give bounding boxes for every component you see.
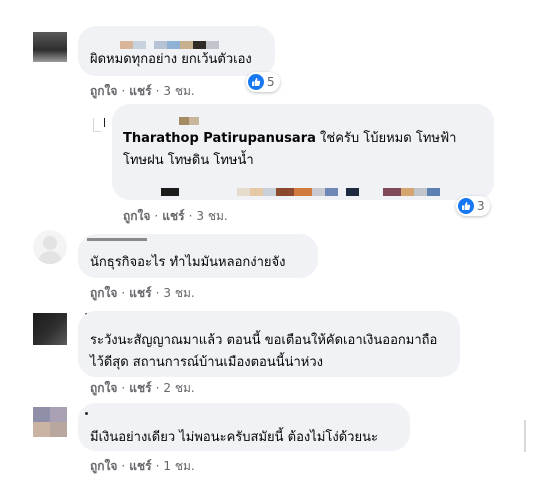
comment-text: ไว้ดีสุด สถานการณ์บ้านเมืองตอนนี้น่าห่วง xyxy=(90,355,324,370)
reaction-count[interactable]: 5 xyxy=(246,72,280,92)
like-icon xyxy=(248,74,264,90)
like-icon xyxy=(458,198,474,214)
comment-text: นักธุรกิจอะไร ทำไมมันหลอกง่ายจัง xyxy=(90,255,286,270)
share-button[interactable]: แชร์ xyxy=(129,284,151,303)
comment-text: ผิดหมดทุกอย่าง ยกเว้นตัวเอง xyxy=(90,52,252,67)
edge-mark xyxy=(524,420,526,452)
share-button[interactable]: แชร์ xyxy=(129,457,151,476)
comment-text: โทษฝน โทษดิน โทษน้ำ xyxy=(123,153,254,168)
comment-time[interactable]: 3 ชม. xyxy=(163,82,194,101)
redacted-name xyxy=(85,412,88,415)
redacted-avatar xyxy=(179,117,199,125)
comment-time[interactable]: 1 ชม. xyxy=(163,457,194,476)
comment-actions: ถูกใจ · แชร์ · 2 ชม. xyxy=(90,379,195,398)
separator-dot: · xyxy=(121,381,126,395)
comment-text: ระวังนะสัญญาณมาแล้ว ตอนนี้ ขอเตือนให้คัด… xyxy=(90,333,438,348)
like-button[interactable]: ถูกใจ xyxy=(123,207,150,226)
like-button[interactable]: ถูกใจ xyxy=(90,82,117,101)
reaction-count[interactable]: 3 xyxy=(456,196,490,216)
reply-thread-line xyxy=(93,131,101,132)
comment-text: ใช่ครับ โบ้ยหมด โทษฟ้า xyxy=(320,131,457,146)
share-button[interactable]: แชร์ xyxy=(129,82,151,101)
comment-text: มีเงินอย่างเดียว ไม่พอนะครับสมัยนี้ ต้อง… xyxy=(90,430,378,445)
reaction-count-label: 3 xyxy=(477,199,485,213)
comment-actions: ถูกใจ · แชร์ · 3 ชม. xyxy=(123,207,228,226)
share-button[interactable]: แชร์ xyxy=(162,207,184,226)
like-button[interactable]: ถูกใจ xyxy=(90,284,117,303)
separator-dot: · xyxy=(154,209,159,223)
comment-time[interactable]: 3 ชม. xyxy=(196,207,227,226)
avatar[interactable] xyxy=(33,313,67,345)
comment-text-line: Tharathop Patirupanusara ใช่ครับ โบ้ยหมด… xyxy=(123,129,456,148)
separator-dot: · xyxy=(188,209,193,223)
redacted-name xyxy=(120,41,219,49)
comment-author[interactable]: Tharathop Patirupanusara xyxy=(123,131,316,146)
separator-dot: · xyxy=(121,286,126,300)
comment-actions: ถูกใจ · แชร์ · 3 ชม. xyxy=(90,284,195,303)
separator-dot: · xyxy=(121,459,126,473)
redacted-strip xyxy=(161,188,440,196)
avatar[interactable] xyxy=(33,407,67,437)
like-button[interactable]: ถูกใจ xyxy=(90,379,117,398)
share-button[interactable]: แชร์ xyxy=(129,379,151,398)
separator-dot: · xyxy=(155,459,160,473)
avatar[interactable] xyxy=(33,230,67,264)
comment-actions: ถูกใจ · แชร์ · 3 ชม. xyxy=(90,82,195,101)
separator-dot: · xyxy=(155,286,160,300)
like-button[interactable]: ถูกใจ xyxy=(90,457,117,476)
separator-dot: · xyxy=(155,381,160,395)
separator-dot: · xyxy=(155,84,160,98)
reaction-count-label: 5 xyxy=(267,75,275,89)
comment-actions: ถูกใจ · แชร์ · 1 ชม. xyxy=(90,457,195,476)
comment-time[interactable]: 2 ชม. xyxy=(163,379,194,398)
redacted-name xyxy=(87,238,147,246)
reply-thread-line xyxy=(93,118,94,132)
comment-time[interactable]: 3 ชม. xyxy=(163,284,194,303)
separator-dot: · xyxy=(121,84,126,98)
avatar[interactable] xyxy=(33,32,67,62)
